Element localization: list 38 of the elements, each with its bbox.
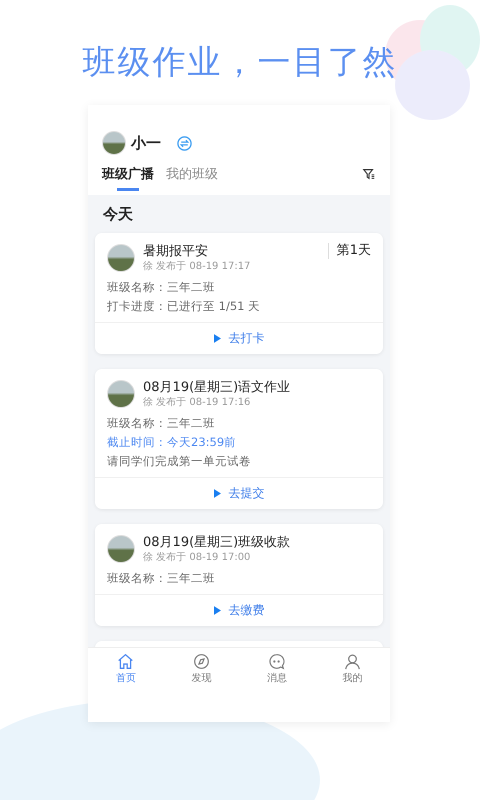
headline: 班级作业，一目了然: [82, 41, 398, 83]
section-title: 今天: [102, 204, 134, 225]
nav-item[interactable]: 发现: [164, 653, 239, 685]
tab[interactable]: 我的班级: [166, 165, 218, 191]
task-detail: 班级名称：三年二班: [106, 279, 216, 296]
play-icon: [214, 489, 220, 498]
task-detail: 班级名称：三年二班: [106, 415, 216, 432]
action-link[interactable]: 去缴费: [212, 600, 266, 621]
nav-item[interactable]: 消息: [239, 653, 314, 685]
chat-icon: [268, 653, 286, 670]
action-link[interactable]: 去打卡: [212, 328, 266, 349]
switch-icon[interactable]: [177, 136, 192, 150]
compass-icon: [192, 653, 210, 670]
filter-icon[interactable]: [362, 167, 376, 181]
avatar-photo-placeholder: [107, 380, 135, 408]
play-icon: [214, 334, 220, 343]
task-detail: 班级名称：三年二班: [106, 570, 216, 587]
tab[interactable]: 班级广播: [102, 165, 154, 191]
action-link[interactable]: 去提交: [212, 483, 266, 504]
home-icon: [117, 653, 134, 670]
task-title: 暑期报平安: [143, 243, 209, 260]
post-info: 徐 发布于 08-19 17:16: [143, 396, 252, 409]
nav-item[interactable]: 首页: [88, 653, 164, 685]
task-title: 08月19(星期三)语文作业: [143, 379, 292, 396]
task-detail: 请同学们完成第一单元试卷: [106, 453, 252, 470]
task-detail: 打卡进度：已进行至 1/51 天: [106, 298, 262, 315]
avatar-photo-placeholder: [102, 131, 126, 155]
avatar-photo-placeholder: [107, 244, 135, 272]
post-info: 徐 发布于 08-19 17:17: [143, 260, 252, 273]
avatar-photo-placeholder: [107, 535, 135, 563]
task-detail: 截止时间：今天23:59前: [106, 434, 238, 451]
post-info: 徐 发布于 08-19 17:00: [143, 551, 252, 564]
day-count: 第1天: [328, 243, 371, 259]
nav-item[interactable]: 我的: [314, 653, 390, 685]
user-name: 小一: [131, 134, 161, 152]
person-icon: [344, 653, 361, 670]
task-title: 08月19(星期三)班级收款: [143, 534, 292, 551]
play-icon: [214, 606, 220, 615]
